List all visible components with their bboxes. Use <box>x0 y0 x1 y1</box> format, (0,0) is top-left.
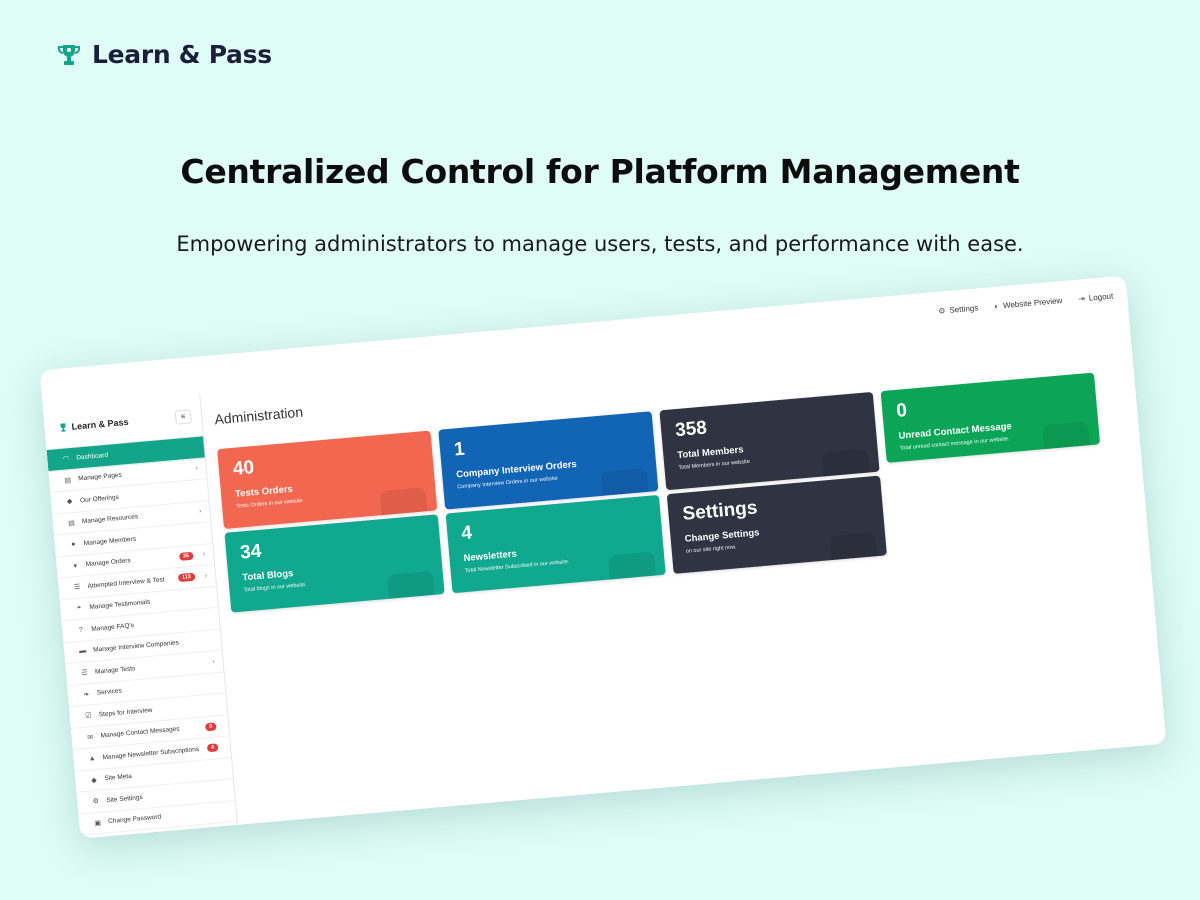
chevron-right-icon: › <box>198 508 202 516</box>
messages-count-badge: 0 <box>204 722 217 732</box>
file-icon: ▤ <box>64 476 72 485</box>
stat-card-unread-contact-message[interactable]: 0 Unread Contact Message Total unread co… <box>880 372 1101 463</box>
gears-icon: ⚙ <box>92 798 100 806</box>
sidebar-item-label: Services <box>96 687 123 697</box>
page-headline: Centralized Control for Platform Managem… <box>180 152 1020 191</box>
trophy-icon <box>58 44 80 65</box>
topbar-settings-link[interactable]: ⚙ Settings <box>938 303 979 315</box>
quote-icon: ❝ <box>76 605 82 613</box>
trophy-icon <box>60 422 66 432</box>
sidebar-item-label: Dashboard <box>76 451 109 462</box>
tags-icon: ◆ <box>66 498 73 506</box>
topbar-website-preview-link[interactable]: ◐ Website Preview <box>994 296 1063 311</box>
sidebar-item-label: Site Meta <box>104 773 133 783</box>
list-icon: ☰ <box>73 583 81 592</box>
lock-icon: ▣ <box>94 819 102 828</box>
sidebar-item-label: Manage Newsletter Subscriptions <box>102 745 200 762</box>
chevron-right-icon: › <box>195 465 199 473</box>
chevron-right-icon: › <box>211 658 215 666</box>
orders-count-badge: 35 <box>178 551 194 561</box>
topbar-website-preview-label: Website Preview <box>1002 295 1063 310</box>
briefcase-icon: ▬ <box>78 647 87 656</box>
cart-icon: ▾ <box>73 562 78 570</box>
stat-card-company-interview-orders[interactable]: 1 Company Interview Orders Company Inter… <box>438 411 659 510</box>
sidebar-item-label: Manage Pages <box>77 471 123 483</box>
topbar-logout-link[interactable]: ⇥ Logout <box>1078 291 1114 303</box>
menu-toggle-button[interactable]: ≡ <box>174 408 192 425</box>
gauge-icon: ◠ <box>62 455 70 463</box>
sidebar-item-label: Site Settings <box>106 793 143 804</box>
stat-card-newsletters[interactable]: 4 Newsletters Total Newsletter Subscribe… <box>445 494 666 594</box>
brand-name: Learn & Pass <box>92 40 272 69</box>
stat-card-total-blogs[interactable]: 34 Total Blogs Total blogs in our websit… <box>224 514 445 613</box>
users-icon: ● <box>70 540 76 549</box>
brand-logo[interactable]: Learn & Pass <box>58 40 272 69</box>
sidebar-brand[interactable]: Learn & Pass <box>58 416 129 432</box>
file-icon: ▤ <box>67 519 76 528</box>
chevron-right-icon: › <box>202 550 206 559</box>
list-icon: ☰ <box>81 669 89 678</box>
sidebar-item-label: Attempted Interview & Test <box>87 576 165 590</box>
gears-icon <box>829 532 878 567</box>
sidebar-item-label: Manage Testimonials <box>89 598 151 612</box>
question-icon: ? <box>78 626 84 634</box>
sidebar-brand-name: Learn & Pass <box>71 416 129 432</box>
gears-icon: ⚙ <box>937 305 946 316</box>
sidebar-item-label: Manage Interview Companies <box>92 639 180 655</box>
bell-icon: ▲ <box>88 754 96 763</box>
envelope-icon <box>1042 421 1091 456</box>
topbar-logout-label: Logout <box>1088 291 1114 303</box>
leaf-icon: ❧ <box>83 691 90 699</box>
subscriptions-count-badge: 4 <box>206 743 219 753</box>
dashboard-screenshot: ⚙ Settings ◐ Website Preview ⇥ Logout Le… <box>39 275 1167 839</box>
topbar-settings-label: Settings <box>949 302 979 315</box>
chevron-right-icon: › <box>204 572 208 580</box>
hamburger-icon: ≡ <box>180 411 186 422</box>
stat-card-settings[interactable]: Settings Change Settings on our site rig… <box>666 475 887 574</box>
sidebar-item-label: Manage Resources <box>81 513 139 526</box>
newspaper-icon <box>607 551 657 586</box>
globe-icon: ◐ <box>993 301 1000 311</box>
sidebar-item-label: Manage Members <box>83 535 137 547</box>
dashboard-main: Administration 40 Tests Orders Tests Ord… <box>200 313 1166 825</box>
sidebar-item-label: Our Offerings <box>79 493 120 505</box>
envelope-icon: ✉ <box>87 733 94 742</box>
logout-icon: ⇥ <box>1077 293 1086 304</box>
sidebar-item-label: Manage FAQ's <box>91 621 135 633</box>
stat-card-tests-orders[interactable]: 40 Tests Orders Tests Orders in our webs… <box>217 430 438 529</box>
rss-icon <box>386 570 436 605</box>
sidebar-item-label: Manage Orders <box>85 557 132 569</box>
checkbox-icon: ☑ <box>84 712 92 720</box>
tag-icon: ◆ <box>91 776 98 785</box>
stat-card-total-members[interactable]: 358 Total Members Total Members in our w… <box>659 391 880 491</box>
attempts-count-badge: 113 <box>177 572 196 583</box>
page-subheadline: Empowering administrators to manage user… <box>176 232 1024 256</box>
sidebar-item-label: Change Password <box>107 813 162 826</box>
page-title: Administration <box>213 403 304 428</box>
sidebar-item-label: Manage Contact Messages <box>100 725 180 740</box>
sidebar-item-label: Manage Tests <box>94 664 136 676</box>
sidebar-item-label: Steps for Interview <box>98 706 153 719</box>
